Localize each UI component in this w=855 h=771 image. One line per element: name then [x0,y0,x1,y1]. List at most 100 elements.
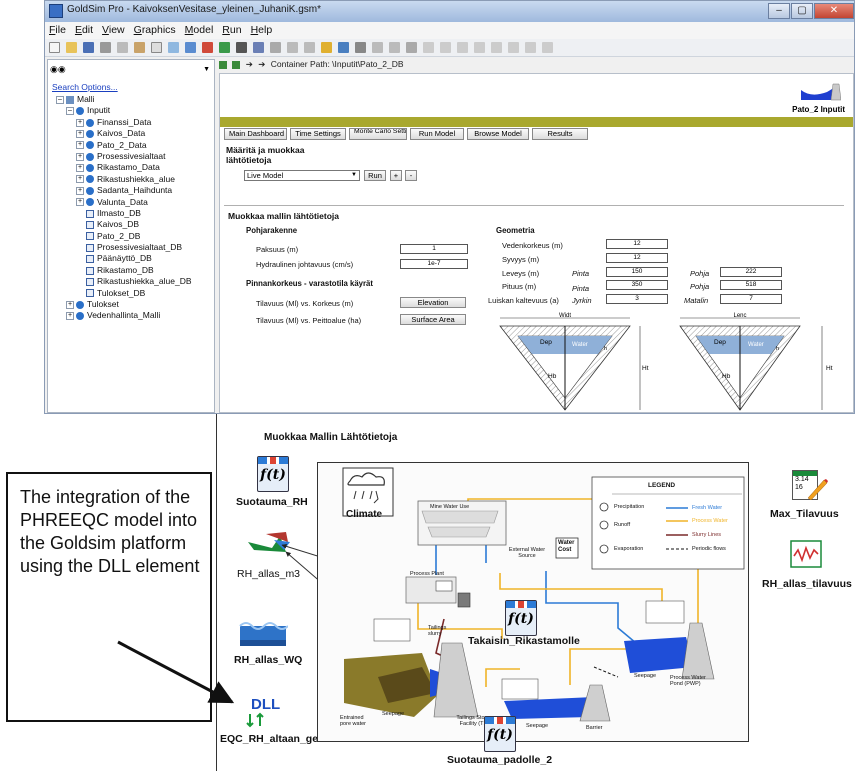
tree-item[interactable]: + Rikastamo_Data [56,162,192,173]
tree-item[interactable]: + Valunta_Data [56,197,192,208]
surface-area-button[interactable]: Surface Area [400,314,466,325]
max-tilavuus-label[interactable]: Max_Tilavuus [770,508,839,520]
suotauma-rh-label[interactable]: Suotauma_RH [236,496,308,508]
leveys-pohja-input[interactable]: 222 [720,267,782,277]
tree-item[interactable]: – Inputit [56,105,192,116]
new-file-icon[interactable] [49,42,60,53]
tree-item[interactable]: + Sadanta_Haihdunta [56,185,192,196]
align-center-icon[interactable] [440,42,451,53]
expand-icon[interactable]: + [66,300,74,309]
jyrkin-input[interactable]: 3 [606,294,668,304]
container-up-icon[interactable] [219,60,227,69]
syvyys-input[interactable]: 12 [606,253,668,263]
zoom-out-icon[interactable] [304,42,315,53]
title-bar[interactable]: GoldSim Pro - KaivoksenVesitase_yleinen_… [45,1,854,22]
rh-allas-m3-icon[interactable] [246,528,292,556]
chart-icon[interactable] [253,42,264,53]
pituus-pohja-input[interactable]: 518 [720,280,782,290]
minus-button[interactable]: - [405,170,417,181]
grid-icon[interactable] [270,42,281,53]
tree-item[interactable]: Tulokset_DB [56,288,192,299]
tree-item[interactable]: + Prosessivesialtaat [56,151,192,162]
expand-icon[interactable]: + [76,152,84,161]
container-home-icon[interactable] [232,60,241,69]
expand-icon[interactable]: + [76,141,84,150]
find-icon[interactable] [236,42,247,53]
search-row[interactable]: ◉◉ ▼ [50,64,210,78]
layout-icon[interactable] [542,42,553,53]
fit-icon[interactable] [389,42,400,53]
copy-icon[interactable] [117,42,128,53]
matalin-input[interactable]: 7 [720,294,782,304]
ungroup-icon[interactable] [508,42,519,53]
result-icon[interactable] [219,42,230,53]
tree-item[interactable]: Rikastamo_DB [56,265,192,276]
collapse-icon[interactable]: – [66,107,74,116]
paste-icon[interactable] [134,42,145,53]
suotauma-rh-function-icon[interactable]: f(t) [257,456,289,492]
rh-allas-wq-label[interactable]: RH_allas_WQ [234,654,302,666]
expand-icon[interactable]: + [76,175,84,184]
collapse-icon[interactable]: – [56,95,64,104]
maximize-button[interactable]: ▢ [791,3,813,19]
pituus-pinta-input[interactable]: 350 [606,280,668,290]
tree-item[interactable]: Rikastushiekka_alue_DB [56,276,192,287]
takaisin-rikastamolle-function-icon[interactable]: f(t) [505,600,537,636]
help-icon[interactable] [321,42,332,53]
select-mode-icon[interactable] [185,42,196,53]
expand-icon[interactable]: + [76,118,84,127]
tab-results[interactable]: Results [532,128,588,140]
hydr-input[interactable]: 1e-7 [400,259,468,269]
back-arrow-icon[interactable]: ➔ [246,59,253,69]
tab-time-settings[interactable]: Time Settings [290,128,346,140]
menu-run[interactable]: Run [222,22,241,39]
rh-allas-tilavuus-label[interactable]: RH_allas_tilavuus [762,578,852,590]
tab-browse-model[interactable]: Browse Model [467,128,529,140]
paksuus-input[interactable]: 1 [400,244,468,254]
tree-item[interactable]: Päänäyttö_DB [56,253,192,264]
expand-icon[interactable]: + [76,129,84,138]
menu-edit[interactable]: Edit [75,22,93,39]
climate-label[interactable]: Climate [346,509,382,520]
tab-run-model[interactable]: Run Model [410,128,464,140]
tab-main-dashboard[interactable]: Main Dashboard [224,128,287,140]
rh-allas-m3-label[interactable]: RH_allas_m3 [237,568,300,580]
tree-item[interactable]: + Tulokset [56,299,192,310]
menu-file[interactable]: File [49,22,66,39]
pan-icon[interactable] [355,42,366,53]
minimize-button[interactable]: – [768,3,790,19]
tree-item[interactable]: – Malli [56,94,192,105]
tree-item[interactable]: + Rikastushiekka_alue [56,174,192,185]
zoom-in-icon[interactable] [287,42,298,53]
dll-element-icon[interactable]: DLL [251,696,280,713]
tree-item[interactable]: + Pato_2_Data [56,140,192,151]
binoculars-icon[interactable]: ◉◉ [50,64,66,75]
live-model-select[interactable]: Live Model ▼ [244,170,360,181]
menu-view[interactable]: View [102,22,125,39]
zoom-icon[interactable] [372,42,383,53]
menu-help[interactable]: Help [251,22,273,39]
tree-item[interactable]: Kaivos_DB [56,219,192,230]
suotauma-padolle-label[interactable]: Suotauma_padolle_2 [447,754,552,766]
takaisin-rikastamolle-label[interactable]: Takaisin_Rikastamolle [468,635,580,647]
tree-item[interactable]: + Vedenhallinta_Malli [56,310,192,321]
menu-graphics[interactable]: Graphics [134,22,176,39]
vedenkorkeus-input[interactable]: 12 [606,239,668,249]
print-icon[interactable] [168,42,179,53]
menu-model[interactable]: Model [185,22,214,39]
tree-item[interactable]: Prosessivesialtaat_DB [56,242,192,253]
suotauma-padolle-function-icon[interactable]: f(t) [484,716,516,752]
pointer-icon[interactable] [338,42,349,53]
cut-icon[interactable] [100,42,111,53]
expand-icon[interactable]: + [76,186,84,195]
align-right-icon[interactable] [457,42,468,53]
refresh-icon[interactable] [406,42,417,53]
rh-allas-tilavuus-chart-icon[interactable] [790,540,822,568]
open-folder-icon[interactable] [66,42,77,53]
group-icon[interactable] [491,42,502,53]
save-icon[interactable] [83,42,94,53]
expand-icon[interactable]: + [76,198,84,207]
forward-arrow-icon[interactable]: ➔ [258,59,265,69]
leveys-pinta-input[interactable]: 150 [606,267,668,277]
size-icon[interactable] [525,42,536,53]
